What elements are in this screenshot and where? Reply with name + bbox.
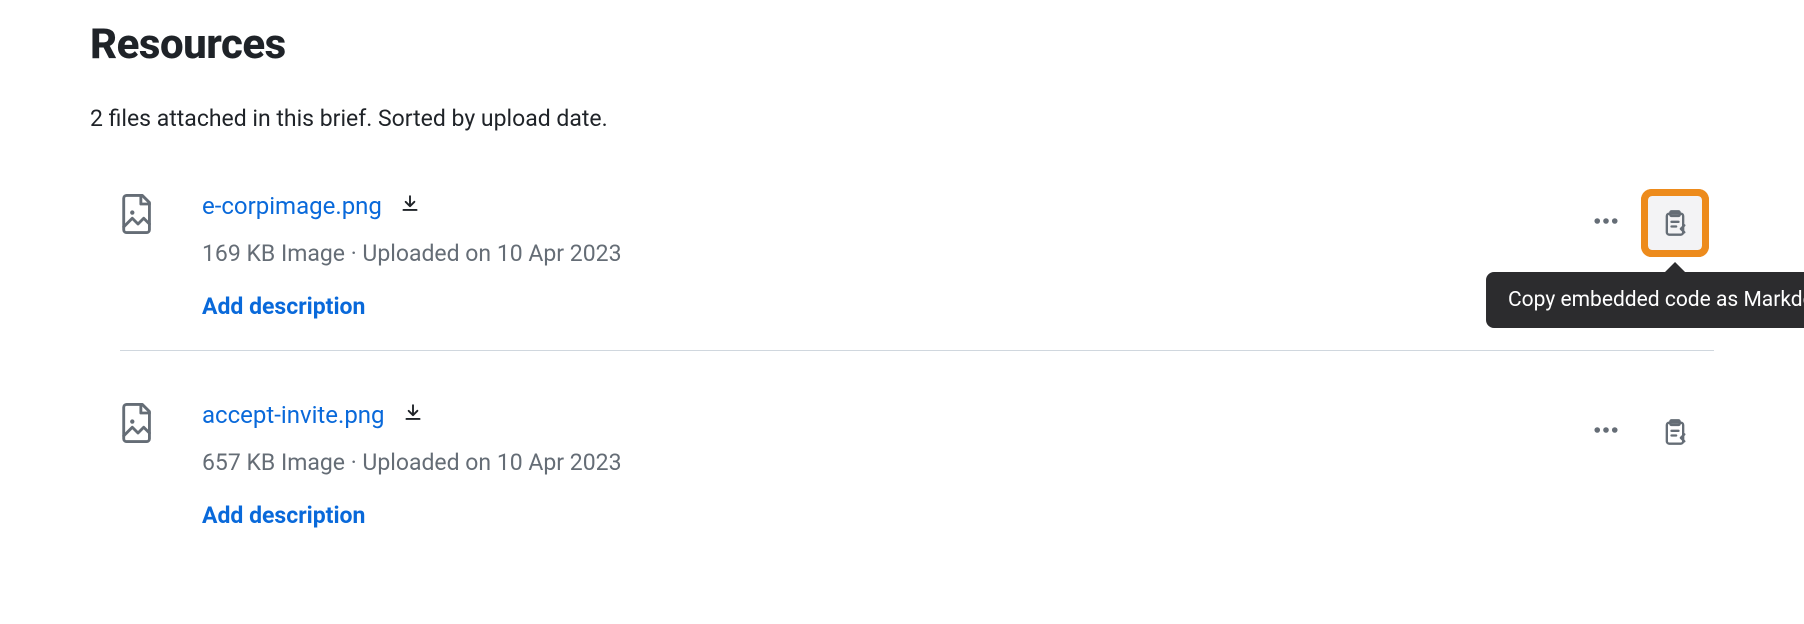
copy-markdown-button[interactable]: Copy embedded code as Markdown xyxy=(1648,196,1702,250)
file-title-line: accept-invite.png xyxy=(202,401,1592,429)
file-meta: 657 KB Image · Uploaded on 10 Apr 2023 xyxy=(202,449,1592,476)
row-actions xyxy=(1592,401,1714,459)
image-file-icon xyxy=(120,403,162,447)
image-file-icon xyxy=(120,194,162,238)
file-body: accept-invite.png 657 KB Image · Uploade… xyxy=(202,401,1592,529)
download-icon[interactable] xyxy=(403,403,423,427)
page-subtitle: 2 files attached in this brief. Sorted b… xyxy=(90,105,1714,132)
download-icon[interactable] xyxy=(400,194,420,218)
add-description-button[interactable]: Add description xyxy=(202,293,365,320)
file-title-line: e-corpimage.png xyxy=(202,192,1592,220)
more-icon[interactable] xyxy=(1592,416,1620,448)
file-row: e-corpimage.png 169 KB Image · Uploaded … xyxy=(120,182,1714,351)
more-icon[interactable] xyxy=(1592,207,1620,239)
copy-markdown-button[interactable] xyxy=(1648,405,1702,459)
file-list: e-corpimage.png 169 KB Image · Uploaded … xyxy=(120,182,1714,559)
tooltip-copy-markdown: Copy embedded code as Markdown xyxy=(1486,272,1804,328)
file-meta: 169 KB Image · Uploaded on 10 Apr 2023 xyxy=(202,240,1592,267)
file-row: accept-invite.png 657 KB Image · Uploade… xyxy=(120,351,1714,559)
row-actions: Copy embedded code as Markdown xyxy=(1592,192,1714,250)
add-description-button[interactable]: Add description xyxy=(202,502,365,529)
file-name-link[interactable]: accept-invite.png xyxy=(202,401,385,429)
file-body: e-corpimage.png 169 KB Image · Uploaded … xyxy=(202,192,1592,320)
page-title: Resources xyxy=(90,20,1714,69)
file-name-link[interactable]: e-corpimage.png xyxy=(202,192,382,220)
